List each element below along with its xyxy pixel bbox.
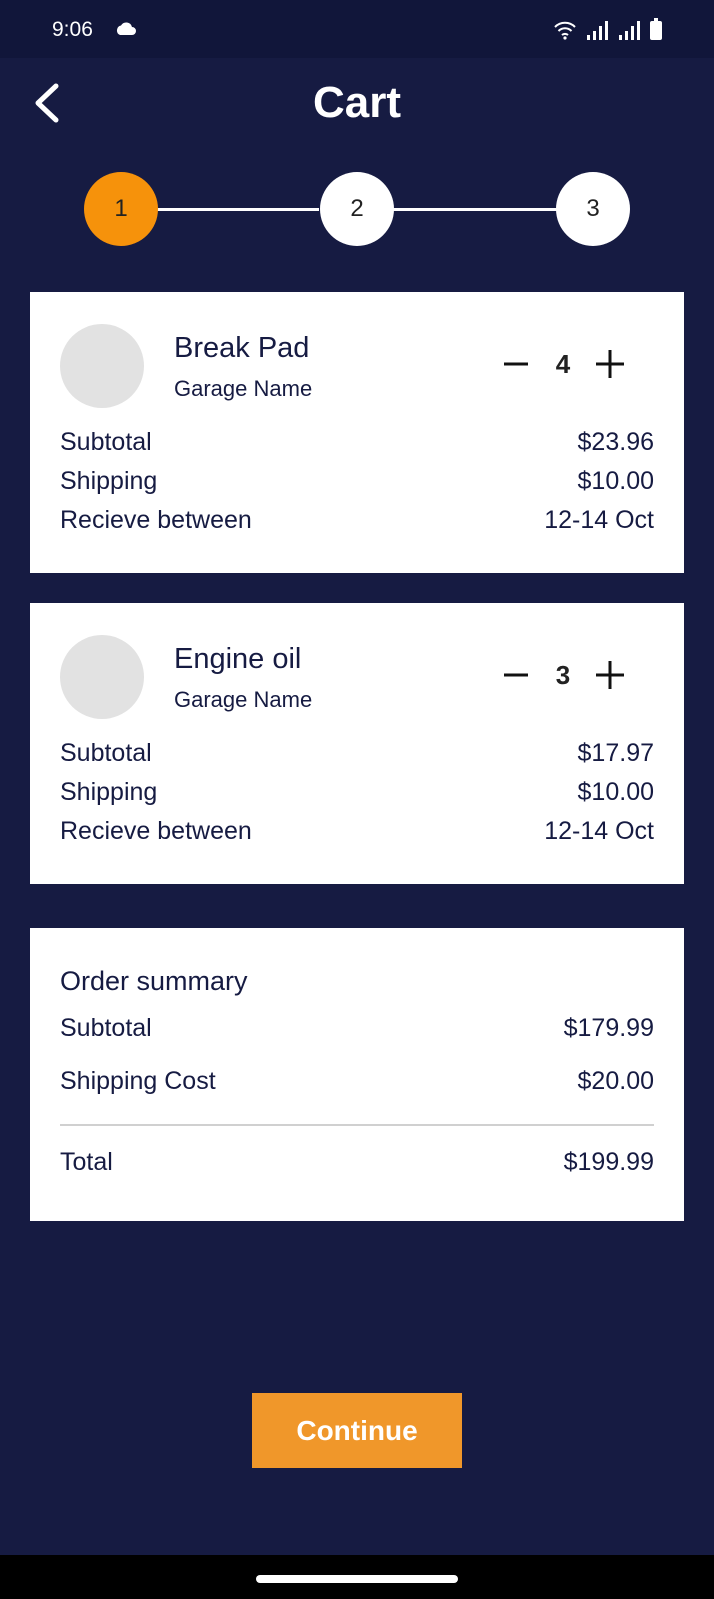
decrease-quantity-button[interactable]: [500, 348, 532, 380]
cloud-icon: [115, 22, 137, 41]
increase-quantity-button[interactable]: [594, 348, 626, 380]
step-2[interactable]: 2: [320, 172, 394, 246]
summary-total-label: Total: [60, 1148, 113, 1176]
garage-name: Garage Name: [174, 687, 313, 712]
decrease-quantity-button[interactable]: [500, 659, 532, 691]
step-connector: [154, 208, 319, 211]
status-bar: 9:06: [0, 0, 714, 58]
minus-icon: [504, 673, 528, 677]
delivery-label: Recieve between: [60, 506, 252, 534]
wifi-icon: [554, 20, 576, 45]
summary-subtotal-value: $179.99: [563, 1014, 654, 1042]
quantity-stepper: 4: [500, 348, 626, 380]
shipping-label: Shipping: [60, 467, 158, 495]
delivery-label: Recieve between: [60, 817, 252, 845]
step-connector: [389, 208, 559, 211]
minus-icon: [504, 362, 528, 366]
shipping-label: Shipping: [60, 778, 158, 806]
shipping-row: Shipping $10.00: [60, 778, 654, 807]
signal-icon: [586, 20, 608, 45]
order-summary-card: Order summary Subtotal $179.99 Shipping …: [30, 928, 684, 1221]
progress-stepper: 1 2 3: [84, 172, 630, 246]
summary-shipping-row: Shipping Cost $20.00: [60, 1067, 654, 1096]
increase-quantity-button[interactable]: [594, 659, 626, 691]
delivery-row: Recieve between 12-14 Oct: [60, 506, 654, 535]
battery-icon: [650, 18, 662, 45]
shipping-row: Shipping $10.00: [60, 467, 654, 496]
garage-name: Garage Name: [174, 376, 313, 401]
app-header: Cart: [0, 58, 714, 148]
subtotal-row: Subtotal $23.96: [60, 428, 654, 457]
quantity-stepper: 3: [500, 659, 626, 691]
product-image: [60, 324, 144, 408]
subtotal-label: Subtotal: [60, 428, 152, 456]
page-title: Cart: [312, 78, 402, 127]
status-time: 9:06: [52, 18, 93, 41]
summary-shipping-value: $20.00: [577, 1067, 654, 1095]
subtotal-label: Subtotal: [60, 739, 152, 767]
home-indicator[interactable]: [256, 1575, 458, 1583]
product-name: Break Pad: [174, 332, 310, 364]
continue-button[interactable]: Continue: [252, 1393, 462, 1468]
shipping-value: $10.00: [577, 778, 654, 806]
quantity-value: 4: [555, 348, 571, 379]
subtotal-value: $17.97: [577, 739, 654, 767]
quantity-value: 3: [555, 659, 571, 690]
step-3[interactable]: 3: [556, 172, 630, 246]
plus-icon: [596, 661, 624, 689]
step-1[interactable]: 1: [84, 172, 158, 246]
divider: [60, 1124, 654, 1126]
summary-shipping-label: Shipping Cost: [60, 1067, 216, 1095]
delivery-row: Recieve between 12-14 Oct: [60, 817, 654, 846]
signal-icon-2: [618, 20, 640, 45]
cart-item-card: Engine oil Garage Name 3 Subtotal $17.97…: [30, 603, 684, 884]
product-name: Engine oil: [174, 643, 302, 675]
delivery-value: 12-14 Oct: [544, 817, 654, 845]
summary-total-value: $199.99: [563, 1148, 654, 1176]
delivery-value: 12-14 Oct: [544, 506, 654, 534]
order-summary-title: Order summary: [60, 966, 248, 996]
shipping-value: $10.00: [577, 467, 654, 495]
summary-total-row: Total $199.99: [60, 1148, 654, 1177]
subtotal-value: $23.96: [577, 428, 654, 456]
status-icons: [554, 18, 662, 45]
plus-icon: [596, 350, 624, 378]
summary-subtotal-row: Subtotal $179.99: [60, 1014, 654, 1043]
cart-item-card: Break Pad Garage Name 4 Subtotal $23.96 …: [30, 292, 684, 573]
summary-subtotal-label: Subtotal: [60, 1014, 152, 1042]
product-image: [60, 635, 144, 719]
subtotal-row: Subtotal $17.97: [60, 739, 654, 768]
